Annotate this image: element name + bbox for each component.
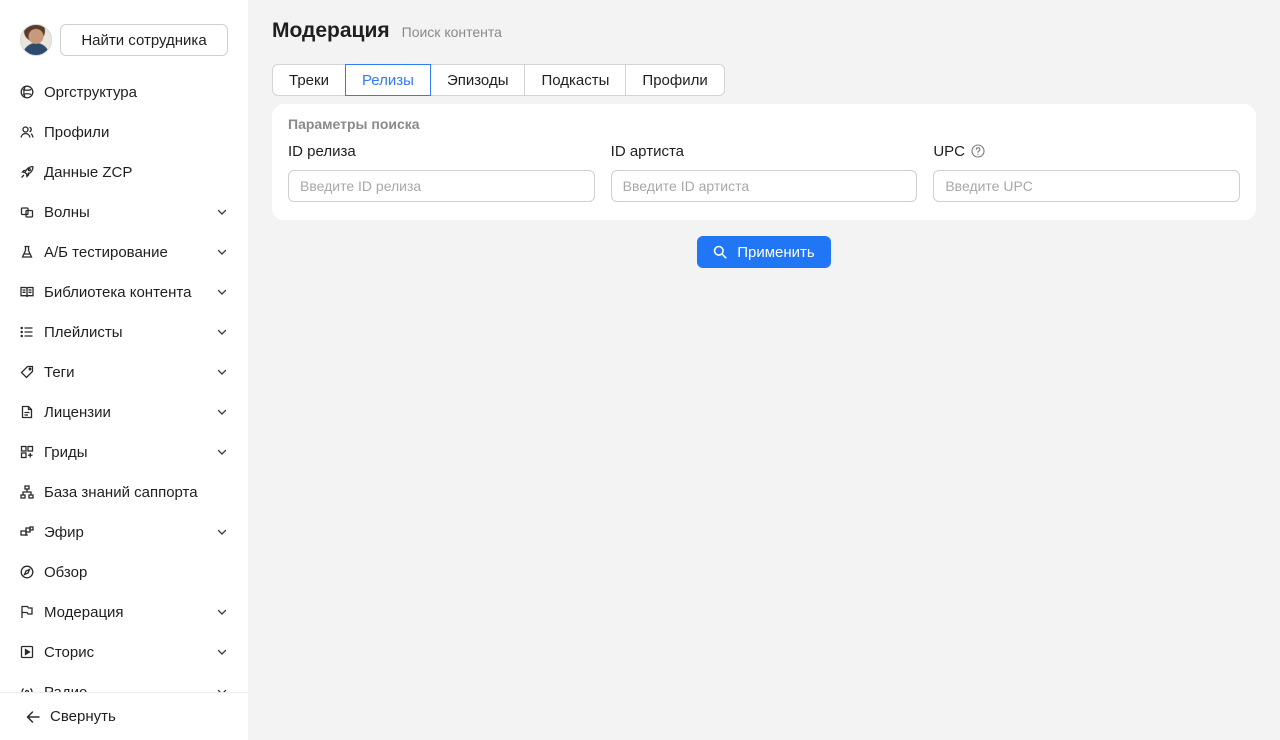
compass-icon xyxy=(20,565,34,579)
page-subtitle: Поиск контента xyxy=(401,24,502,40)
sidebar-item[interactable]: Гриды xyxy=(0,432,248,472)
sidebar-item[interactable]: Лицензии xyxy=(0,392,248,432)
tag-icon xyxy=(20,365,34,379)
flag-icon xyxy=(20,605,34,619)
sidebar-item-label: Волны xyxy=(44,203,90,221)
chevron-down-icon[interactable] xyxy=(216,326,228,338)
play-square-icon xyxy=(20,645,34,659)
apply-row: Применить xyxy=(272,236,1256,268)
tab[interactable]: Подкасты xyxy=(524,64,627,96)
sidebar-item[interactable]: Радио xyxy=(0,672,248,692)
sidebar-item[interactable]: Данные ZCP xyxy=(0,152,248,192)
chevron-down-icon[interactable] xyxy=(216,366,228,378)
sidebar-item-label: Данные ZCP xyxy=(44,163,133,181)
help-circle-icon[interactable] xyxy=(971,144,985,158)
sidebar-item[interactable]: Эфир xyxy=(0,512,248,552)
sidebar-item-label: Эфир xyxy=(44,523,84,541)
upc-label-text: UPC xyxy=(933,142,966,160)
artist-id-label: ID артиста xyxy=(611,142,918,160)
page-header: Модерация Поиск контента xyxy=(272,0,1256,64)
orgstructure-icon xyxy=(20,85,34,99)
flask-icon xyxy=(20,245,34,259)
sidebar-nav: Оргструктура Профили Данные ZCP Волны А/Б те… xyxy=(0,72,248,692)
content-tabs: Треки Релизы Эпизоды Подкасты Профили xyxy=(272,64,1256,96)
find-employee-button[interactable]: Найти сотрудника xyxy=(60,24,228,56)
sidebar-item-label: А/Б тестирование xyxy=(44,243,168,261)
apply-label: Применить xyxy=(737,243,815,261)
tab[interactable]: Профили xyxy=(625,64,725,96)
sidebar-item-label: Плейлисты xyxy=(44,323,123,341)
search-params-title: Параметры поиска xyxy=(288,116,420,132)
sidebar-item-label: Лицензии xyxy=(44,403,111,421)
sidebar-item-label: Модерация xyxy=(44,603,124,621)
main-content: Модерация Поиск контента Треки Релизы Эпиз… xyxy=(248,0,1280,740)
chevron-down-icon[interactable] xyxy=(216,286,228,298)
artist-id-field: ID артиста xyxy=(610,142,918,202)
radio-icon xyxy=(20,685,34,692)
search-icon xyxy=(713,245,727,259)
artist-id-label-text: ID артиста xyxy=(610,142,684,160)
upc-input[interactable] xyxy=(933,170,1241,202)
app: Найти сотрудника Оргструктура Профили Данн… xyxy=(0,0,1280,740)
apply-button[interactable]: Применить xyxy=(697,236,831,268)
artist-id-input[interactable] xyxy=(610,170,918,202)
chevron-down-icon[interactable] xyxy=(216,446,228,458)
upc-label: UPC xyxy=(933,142,1240,160)
sidebar: Найти сотрудника Оргструктура Профили Данн… xyxy=(0,0,248,740)
sidebar-header: Найти сотрудника xyxy=(0,0,248,64)
waves-icon xyxy=(20,205,34,219)
sidebar-item-label: База знаний саппорта xyxy=(44,483,198,501)
profiles-icon xyxy=(20,125,34,139)
sidebar-item[interactable]: Профили xyxy=(0,112,248,152)
sidebar-item-label: Обзор xyxy=(44,563,88,581)
sidebar-item[interactable]: Волны xyxy=(0,192,248,232)
sidebar-item-label: Радио xyxy=(44,683,88,693)
search-fields: ID релиза ID артиста UPC xyxy=(288,142,1241,202)
tab[interactable]: Эпизоды xyxy=(429,64,526,96)
chevron-down-icon[interactable] xyxy=(216,406,228,418)
grid-icon xyxy=(20,445,34,459)
tab[interactable]: Релизы xyxy=(344,64,431,96)
collapse-button[interactable]: Свернуть xyxy=(0,692,248,740)
sidebar-item-label: Теги xyxy=(44,363,75,381)
sidebar-item-label: Профили xyxy=(44,123,110,141)
rocket-icon xyxy=(20,165,34,179)
avatar[interactable] xyxy=(20,24,52,56)
chevron-down-icon[interactable] xyxy=(216,646,228,658)
chevron-down-icon[interactable] xyxy=(216,606,228,618)
sidebar-item[interactable]: Библиотека контента xyxy=(0,272,248,312)
broadcast-icon xyxy=(20,525,34,539)
release-id-field: ID релиза xyxy=(288,142,595,202)
collapse-label: Свернуть xyxy=(50,708,116,725)
sidebar-item[interactable]: Теги xyxy=(0,352,248,392)
book-icon xyxy=(20,285,34,299)
document-icon xyxy=(20,405,34,419)
sidebar-item-label: Сторис xyxy=(44,643,95,661)
tab[interactable]: Треки xyxy=(272,64,346,96)
chevron-down-icon[interactable] xyxy=(216,526,228,538)
sidebar-item-label: Гриды xyxy=(44,443,88,461)
sidebar-item[interactable]: Модерация xyxy=(0,592,248,632)
sidebar-item[interactable]: Плейлисты xyxy=(0,312,248,352)
chevron-down-icon[interactable] xyxy=(216,206,228,218)
sidebar-item[interactable]: Сторис xyxy=(0,632,248,672)
arrow-left-icon xyxy=(26,710,40,723)
sidebar-item[interactable]: База знаний саппорта xyxy=(0,472,248,512)
sidebar-item[interactable]: А/Б тестирование xyxy=(0,232,248,272)
release-id-label: ID релиза xyxy=(288,142,595,160)
release-id-input[interactable] xyxy=(288,170,595,202)
list-icon xyxy=(20,325,34,339)
sidebar-item-label: Библиотека контента xyxy=(44,283,192,301)
upc-field: UPC xyxy=(933,142,1241,202)
sidebar-item[interactable]: Обзор xyxy=(0,552,248,592)
sidebar-item-label: Оргструктура xyxy=(44,83,137,101)
hierarchy-icon xyxy=(20,485,34,499)
page-title: Модерация xyxy=(272,19,390,42)
search-params-card: Параметры поиска ID релиза ID артиста UP… xyxy=(272,104,1256,220)
release-id-label-text: ID релиза xyxy=(288,142,356,160)
sidebar-item[interactable]: Оргструктура xyxy=(0,72,248,112)
chevron-down-icon[interactable] xyxy=(216,246,228,258)
